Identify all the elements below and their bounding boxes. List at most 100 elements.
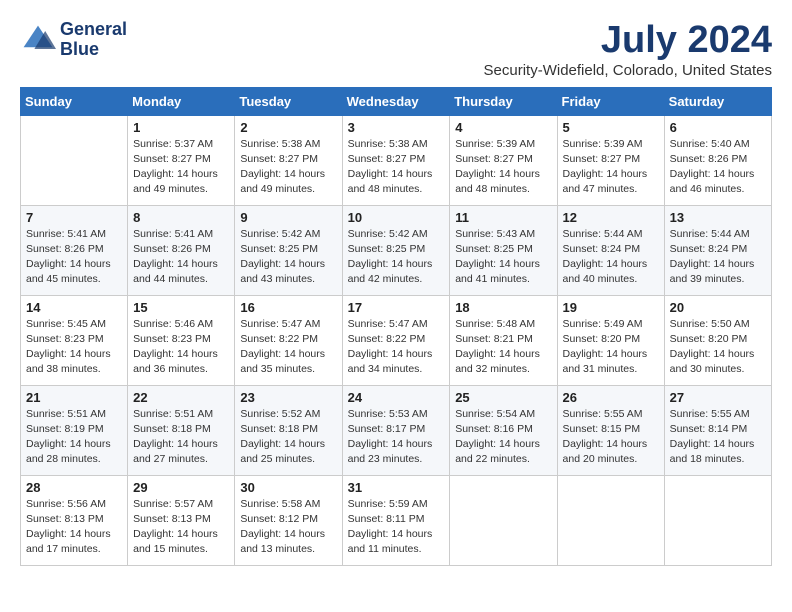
day-cell: 25Sunrise: 5:54 AM Sunset: 8:16 PM Dayli… xyxy=(450,385,557,475)
day-number: 16 xyxy=(240,300,336,315)
day-info: Sunrise: 5:42 AM Sunset: 8:25 PM Dayligh… xyxy=(240,227,336,288)
day-cell xyxy=(557,475,664,565)
header-tuesday: Tuesday xyxy=(235,87,342,115)
day-cell: 18 Sunrise: 5:48 AM Sunset: 8:21 PM Dayli… xyxy=(450,295,557,385)
day-cell: 2 Sunrise: 5:38 AM Sunset: 8:27 PM Daylig… xyxy=(235,115,342,205)
calendar-table: SundayMondayTuesdayWednesdayThursdayFrid… xyxy=(20,87,772,566)
day-info: Sunrise: 5:37 AM Sunset: 8:27 PM Dayligh… xyxy=(133,137,229,198)
day-cell: 16 Sunrise: 5:47 AM Sunset: 8:22 PM Dayli… xyxy=(235,295,342,385)
day-info: Sunrise: 5:57 AM Sunset: 8:13 PM Dayligh… xyxy=(133,497,229,558)
day-number: 10 xyxy=(348,210,445,225)
location-title: Security-Widefield, Colorado, United Sta… xyxy=(484,62,772,79)
day-number: 27 xyxy=(670,390,766,405)
day-info: Sunrise: 5:54 AM Sunset: 8:16 PM Dayligh… xyxy=(455,407,551,468)
day-info: Sunrise: 5:51 AM Sunset: 8:18 PM Dayligh… xyxy=(133,407,229,468)
page-header: General Blue July 2024 Security-Widefiel… xyxy=(20,20,772,79)
day-info: Sunrise: 5:50 AM Sunset: 8:20 PM Dayligh… xyxy=(670,317,766,378)
day-number: 2 xyxy=(240,120,336,135)
day-cell: 15 Sunrise: 5:46 AM Sunset: 8:23 PM Dayli… xyxy=(128,295,235,385)
header-thursday: Thursday xyxy=(450,87,557,115)
header-monday: Monday xyxy=(128,87,235,115)
day-cell: 17 Sunrise: 5:47 AM Sunset: 8:22 PM Dayli… xyxy=(342,295,450,385)
day-cell: 19 Sunrise: 5:49 AM Sunset: 8:20 PM Dayli… xyxy=(557,295,664,385)
day-cell: 5 Sunrise: 5:39 AM Sunset: 8:27 PM Daylig… xyxy=(557,115,664,205)
header-wednesday: Wednesday xyxy=(342,87,450,115)
header-friday: Friday xyxy=(557,87,664,115)
day-cell: 29 Sunrise: 5:57 AM Sunset: 8:13 PM Dayli… xyxy=(128,475,235,565)
day-number: 4 xyxy=(455,120,551,135)
day-info: Sunrise: 5:58 AM Sunset: 8:12 PM Dayligh… xyxy=(240,497,336,558)
day-info: Sunrise: 5:56 AM Sunset: 8:13 PM Dayligh… xyxy=(26,497,122,558)
day-info: Sunrise: 5:49 AM Sunset: 8:20 PM Dayligh… xyxy=(563,317,659,378)
day-info: Sunrise: 5:47 AM Sunset: 8:22 PM Dayligh… xyxy=(348,317,445,378)
day-info: Sunrise: 5:51 AM Sunset: 8:19 PM Dayligh… xyxy=(26,407,122,468)
day-cell: 3 Sunrise: 5:38 AM Sunset: 8:27 PM Daylig… xyxy=(342,115,450,205)
day-cell xyxy=(664,475,771,565)
day-cell: 21 Sunrise: 5:51 AM Sunset: 8:19 PM Dayli… xyxy=(21,385,128,475)
day-number: 17 xyxy=(348,300,445,315)
day-info: Sunrise: 5:55 AM Sunset: 8:14 PM Dayligh… xyxy=(670,407,766,468)
day-info: Sunrise: 5:53 AM Sunset: 8:17 PM Dayligh… xyxy=(348,407,445,468)
day-cell: 1 Sunrise: 5:37 AM Sunset: 8:27 PM Daylig… xyxy=(128,115,235,205)
logo-text: General Blue xyxy=(60,20,127,60)
day-number: 12 xyxy=(563,210,659,225)
day-cell: 31 Sunrise: 5:59 AM Sunset: 8:11 PM Dayli… xyxy=(342,475,450,565)
day-cell xyxy=(450,475,557,565)
week-row-1: 1 Sunrise: 5:37 AM Sunset: 8:27 PM Daylig… xyxy=(21,115,772,205)
day-number: 13 xyxy=(670,210,766,225)
day-number: 6 xyxy=(670,120,766,135)
day-cell: 20Sunrise: 5:50 AM Sunset: 8:20 PM Dayli… xyxy=(664,295,771,385)
day-number: 26 xyxy=(563,390,659,405)
day-number: 21 xyxy=(26,390,122,405)
day-info: Sunrise: 5:46 AM Sunset: 8:23 PM Dayligh… xyxy=(133,317,229,378)
day-number: 11 xyxy=(455,210,551,225)
day-number: 22 xyxy=(133,390,229,405)
day-cell: 13Sunrise: 5:44 AM Sunset: 8:24 PM Dayli… xyxy=(664,205,771,295)
week-row-4: 21 Sunrise: 5:51 AM Sunset: 8:19 PM Dayli… xyxy=(21,385,772,475)
day-info: Sunrise: 5:52 AM Sunset: 8:18 PM Dayligh… xyxy=(240,407,336,468)
week-row-2: 7Sunrise: 5:41 AM Sunset: 8:26 PM Daylig… xyxy=(21,205,772,295)
day-info: Sunrise: 5:47 AM Sunset: 8:22 PM Dayligh… xyxy=(240,317,336,378)
day-info: Sunrise: 5:41 AM Sunset: 8:26 PM Dayligh… xyxy=(133,227,229,288)
day-info: Sunrise: 5:41 AM Sunset: 8:26 PM Dayligh… xyxy=(26,227,122,288)
day-number: 15 xyxy=(133,300,229,315)
day-cell: 10 Sunrise: 5:42 AM Sunset: 8:25 PM Dayli… xyxy=(342,205,450,295)
day-number: 30 xyxy=(240,480,336,495)
day-cell: 26 Sunrise: 5:55 AM Sunset: 8:15 PM Dayli… xyxy=(557,385,664,475)
day-cell: 7Sunrise: 5:41 AM Sunset: 8:26 PM Daylig… xyxy=(21,205,128,295)
day-info: Sunrise: 5:45 AM Sunset: 8:23 PM Dayligh… xyxy=(26,317,122,378)
logo: General Blue xyxy=(20,20,127,60)
day-info: Sunrise: 5:44 AM Sunset: 8:24 PM Dayligh… xyxy=(563,227,659,288)
day-cell xyxy=(21,115,128,205)
day-number: 19 xyxy=(563,300,659,315)
day-info: Sunrise: 5:59 AM Sunset: 8:11 PM Dayligh… xyxy=(348,497,445,558)
day-cell: 30 Sunrise: 5:58 AM Sunset: 8:12 PM Dayli… xyxy=(235,475,342,565)
day-cell: 11Sunrise: 5:43 AM Sunset: 8:25 PM Dayli… xyxy=(450,205,557,295)
day-info: Sunrise: 5:42 AM Sunset: 8:25 PM Dayligh… xyxy=(348,227,445,288)
header-row: SundayMondayTuesdayWednesdayThursdayFrid… xyxy=(21,87,772,115)
header-sunday: Sunday xyxy=(21,87,128,115)
day-cell: 27 Sunrise: 5:55 AM Sunset: 8:14 PM Dayli… xyxy=(664,385,771,475)
day-info: Sunrise: 5:48 AM Sunset: 8:21 PM Dayligh… xyxy=(455,317,551,378)
day-info: Sunrise: 5:38 AM Sunset: 8:27 PM Dayligh… xyxy=(348,137,445,198)
day-number: 24 xyxy=(348,390,445,405)
day-info: Sunrise: 5:55 AM Sunset: 8:15 PM Dayligh… xyxy=(563,407,659,468)
day-number: 31 xyxy=(348,480,445,495)
day-number: 3 xyxy=(348,120,445,135)
month-title: July 2024 xyxy=(484,20,772,62)
day-info: Sunrise: 5:38 AM Sunset: 8:27 PM Dayligh… xyxy=(240,137,336,198)
header-saturday: Saturday xyxy=(664,87,771,115)
day-number: 28 xyxy=(26,480,122,495)
day-number: 1 xyxy=(133,120,229,135)
day-number: 18 xyxy=(455,300,551,315)
day-info: Sunrise: 5:40 AM Sunset: 8:26 PM Dayligh… xyxy=(670,137,766,198)
day-number: 5 xyxy=(563,120,659,135)
day-number: 23 xyxy=(240,390,336,405)
day-cell: 6 Sunrise: 5:40 AM Sunset: 8:26 PM Daylig… xyxy=(664,115,771,205)
day-info: Sunrise: 5:39 AM Sunset: 8:27 PM Dayligh… xyxy=(563,137,659,198)
day-number: 14 xyxy=(26,300,122,315)
day-cell: 23 Sunrise: 5:52 AM Sunset: 8:18 PM Dayli… xyxy=(235,385,342,475)
day-cell: 28 Sunrise: 5:56 AM Sunset: 8:13 PM Dayli… xyxy=(21,475,128,565)
day-cell: 12 Sunrise: 5:44 AM Sunset: 8:24 PM Dayli… xyxy=(557,205,664,295)
day-number: 29 xyxy=(133,480,229,495)
